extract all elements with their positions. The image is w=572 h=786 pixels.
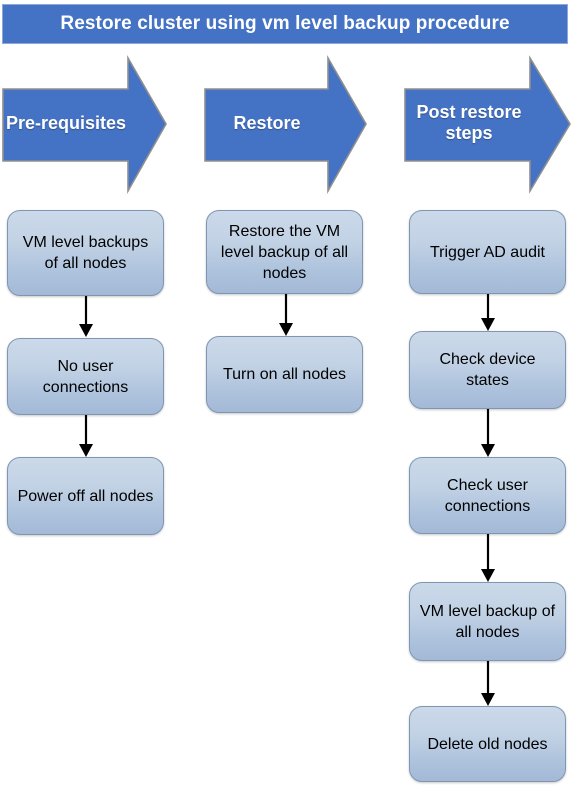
step-box-trigger-ad-audit[interactable]: Trigger AD audit xyxy=(409,210,566,294)
step-box-label: Delete old nodes xyxy=(427,735,548,753)
step-box-label: Check user connections xyxy=(444,476,531,515)
step-box-vm-level-backups-of-all-nodes[interactable]: VM level backups of all nodes xyxy=(7,210,164,296)
phase-arrow-pre-requisites[interactable]: Pre-requisites xyxy=(2,55,168,195)
connector-arrow-down xyxy=(275,294,297,337)
flowchart-canvas: Restore cluster using vm level backup pr… xyxy=(0,0,572,786)
step-box-label: VM level backups of all nodes xyxy=(22,234,149,272)
diagram-title-banner: Restore cluster using vm level backup pr… xyxy=(2,4,568,44)
chevron-shape-2 xyxy=(204,55,367,195)
step-box-vm-level-backup-of-all-nodes[interactable]: VM level backup of all nodes xyxy=(409,582,566,661)
phase-arrow-post-restore-steps[interactable]: Post restore steps xyxy=(404,55,572,194)
connector-arrow-down xyxy=(477,661,499,707)
connector-arrow-down xyxy=(477,409,499,458)
step-box-check-device-states[interactable]: Check device states xyxy=(409,331,566,409)
step-box-label: No user connections xyxy=(42,357,129,396)
page-title: Restore cluster using vm level backup pr… xyxy=(60,13,510,34)
connector-arrow-down xyxy=(477,534,499,583)
step-box-delete-old-nodes[interactable]: Delete old nodes xyxy=(409,706,566,782)
connector-arrow-down xyxy=(75,296,97,338)
step-box-label: VM level backup of all nodes xyxy=(419,602,556,641)
step-box-label: Restore the VM level backup of all nodes xyxy=(220,222,349,282)
step-box-check-user-connections[interactable]: Check user connections xyxy=(409,457,566,534)
step-box-label: Check device states xyxy=(439,351,536,389)
step-box-restore-the-vm-level-backup-of-all-nodes[interactable]: Restore the VM level backup of all nodes xyxy=(206,210,363,294)
connector-arrow-down xyxy=(75,415,97,458)
step-box-label: Trigger AD audit xyxy=(429,243,545,261)
chevron-shape-3 xyxy=(404,55,571,194)
step-box-label: Power off all nodes xyxy=(17,487,154,505)
chevron-shape-1 xyxy=(2,55,167,195)
step-box-no-user-connections[interactable]: No user connections xyxy=(7,338,164,415)
step-box-label: Turn on all nodes xyxy=(222,366,347,383)
step-box-turn-on-all-nodes[interactable]: Turn on all nodes xyxy=(206,336,363,413)
connector-arrow-down xyxy=(477,294,499,332)
step-box-power-off-all-nodes[interactable]: Power off all nodes xyxy=(7,457,164,535)
phase-arrow-restore[interactable]: Restore xyxy=(204,55,368,195)
